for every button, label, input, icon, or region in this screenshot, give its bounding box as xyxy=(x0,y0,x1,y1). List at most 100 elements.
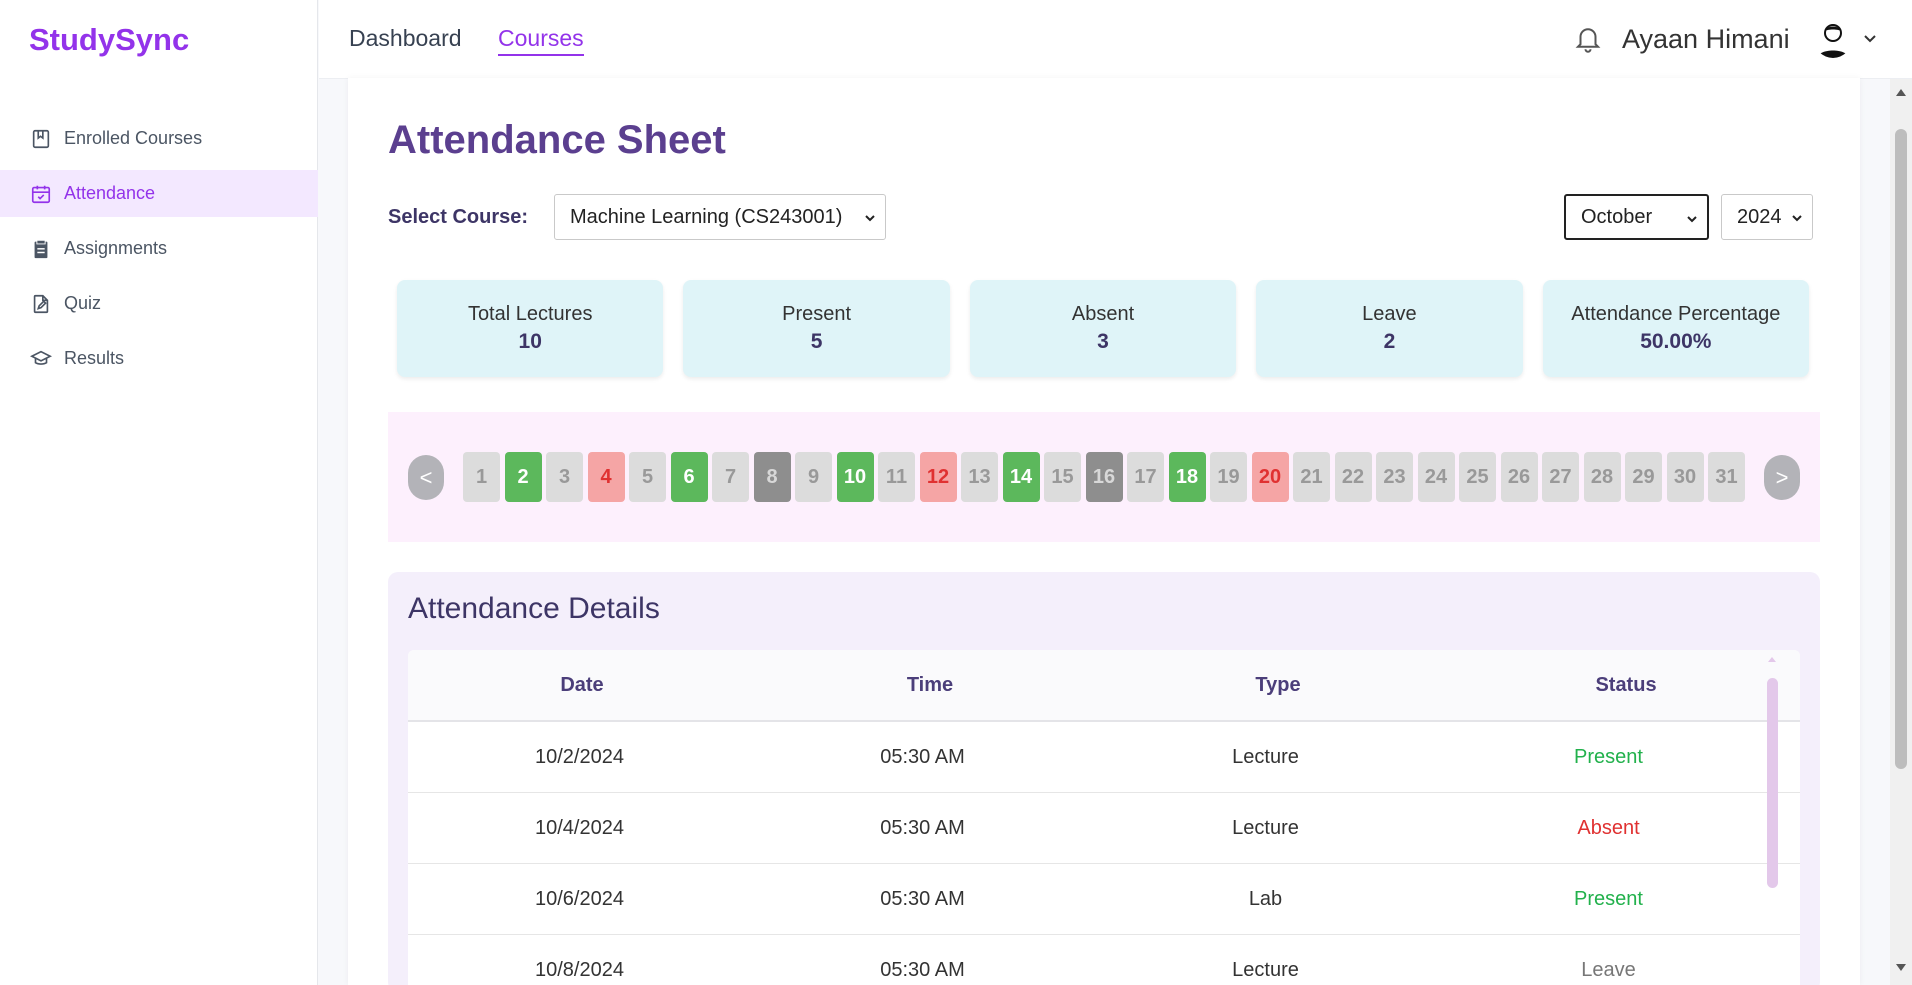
page-title: Attendance Sheet xyxy=(388,118,726,162)
sidebar-item-attendance[interactable]: Attendance xyxy=(0,170,318,217)
sidebar-item-label: Enrolled Courses xyxy=(64,128,203,148)
chevron-down-icon xyxy=(865,215,875,222)
scroll-down-icon[interactable] xyxy=(1895,963,1907,973)
calendar-day-29[interactable]: 29 xyxy=(1625,452,1662,502)
stat-label: Attendance Percentage xyxy=(1571,303,1781,325)
file-edit-icon xyxy=(30,293,52,315)
page-scrollbar-thumb[interactable] xyxy=(1895,129,1907,769)
cell-type: Lecture xyxy=(1232,745,1299,768)
nav-link-courses[interactable]: Courses xyxy=(498,25,584,56)
calendar-day-11[interactable]: 11 xyxy=(878,452,915,502)
clipboard-icon xyxy=(30,238,52,260)
stat-label: Total Lectures xyxy=(467,303,593,325)
sidebar-item-label: Results xyxy=(64,348,125,368)
calendar-day-8[interactable]: 8 xyxy=(753,452,791,502)
chevron-down-icon[interactable] xyxy=(1862,30,1878,46)
calendar-day-23[interactable]: 23 xyxy=(1376,452,1413,502)
calendar-day-3[interactable]: 3 xyxy=(546,452,583,502)
course-select[interactable]: Machine Learning (CS243001) xyxy=(554,194,886,240)
month-select-value: October xyxy=(1581,205,1653,228)
table-scrollbar-thumb[interactable] xyxy=(1767,678,1778,888)
stat-absent: Absent 3 xyxy=(969,280,1237,377)
cell-type: Lecture xyxy=(1232,816,1299,839)
scroll-up-icon[interactable] xyxy=(1767,654,1777,664)
cell-time: 05:30 AM xyxy=(880,816,965,839)
cell-time: 05:30 AM xyxy=(880,745,965,768)
calendar-day-5[interactable]: 5 xyxy=(629,452,666,502)
column-header-time: Time xyxy=(906,673,954,696)
stat-leave: Leave 2 xyxy=(1256,280,1523,377)
attendance-table: Date Time Type Status 10/2/2024 05:30 AM… xyxy=(408,650,1800,985)
calendar-day-30[interactable]: 30 xyxy=(1666,452,1704,502)
calendar-day-15[interactable]: 15 xyxy=(1044,452,1081,502)
table-scrollbar[interactable] xyxy=(1764,650,1780,914)
next-button[interactable]: > xyxy=(1764,455,1800,500)
cell-type: Lecture xyxy=(1232,958,1299,981)
column-header-date: Date xyxy=(560,673,604,696)
calendar-day-13[interactable]: 13 xyxy=(961,452,998,502)
avatar[interactable] xyxy=(1814,20,1852,58)
calendar-day-28[interactable]: 28 xyxy=(1583,452,1621,502)
sidebar-item-label: Attendance xyxy=(64,183,156,203)
attendance-details: Attendance Details Date Time Type Status… xyxy=(388,572,1820,985)
calendar-day-4[interactable]: 4 xyxy=(587,452,625,502)
prev-button[interactable]: < xyxy=(408,455,444,500)
calendar-day-25[interactable]: 25 xyxy=(1459,452,1496,502)
cell-status: Present xyxy=(1574,887,1643,910)
cell-date: 10/2/2024 xyxy=(535,745,624,768)
month-select[interactable]: October xyxy=(1564,194,1709,240)
cell-date: 10/8/2024 xyxy=(535,958,624,981)
calendar-day-26[interactable]: 26 xyxy=(1500,452,1538,502)
calendar-day-18[interactable]: 18 xyxy=(1168,452,1206,502)
calendar-day-17[interactable]: 17 xyxy=(1127,452,1164,502)
top-header: Dashboard Courses Ayaan Himani xyxy=(319,0,1912,79)
sidebar-item-results[interactable]: Results xyxy=(0,335,318,382)
calendar-day-12[interactable]: 12 xyxy=(919,452,957,502)
app-logo[interactable]: StudySync xyxy=(29,22,189,58)
details-title: Attendance Details xyxy=(408,592,660,625)
calendar-day-21[interactable]: 21 xyxy=(1293,452,1330,502)
page-scrollbar[interactable] xyxy=(1890,79,1912,985)
cell-date: 10/6/2024 xyxy=(535,887,624,910)
chevron-down-icon xyxy=(1792,215,1802,222)
calendar-day-14[interactable]: 14 xyxy=(1002,452,1040,502)
calendar-day-6[interactable]: 6 xyxy=(670,452,708,502)
sidebar-item-quiz[interactable]: Quiz xyxy=(0,280,318,327)
calendar-day-20[interactable]: 20 xyxy=(1251,452,1289,502)
cell-status: Present xyxy=(1574,745,1643,768)
stat-value: 10 xyxy=(518,330,542,353)
calendar-day-1[interactable]: 1 xyxy=(463,452,500,502)
stat-value: 2 xyxy=(1383,330,1396,353)
calendar-day-22[interactable]: 22 xyxy=(1334,452,1372,502)
stat-value: 5 xyxy=(810,330,823,353)
nav-link-dashboard[interactable]: Dashboard xyxy=(349,25,462,52)
table-row: 10/4/2024 05:30 AM Lecture Absent xyxy=(408,793,1800,864)
stat-value: 3 xyxy=(1097,330,1109,353)
sidebar: StudySync Enrolled Courses Attendance As… xyxy=(0,0,318,985)
calendar-day-9[interactable]: 9 xyxy=(795,452,832,502)
stat-present: Present 5 xyxy=(683,280,950,377)
cell-status: Absent xyxy=(1577,816,1640,839)
calendar-day-19[interactable]: 19 xyxy=(1210,452,1247,502)
graduation-cap-icon xyxy=(30,348,52,370)
sidebar-item-assignments[interactable]: Assignments xyxy=(0,225,318,272)
calendar-day-16[interactable]: 16 xyxy=(1085,452,1123,502)
bell-icon[interactable] xyxy=(1573,22,1603,54)
stat-label: Present xyxy=(782,303,852,325)
scroll-up-icon[interactable] xyxy=(1895,87,1907,97)
calendar-day-24[interactable]: 24 xyxy=(1417,452,1455,502)
stats-row: Total Lectures 10 Present 5 Absent 3 Lea… xyxy=(397,280,1810,377)
calendar-day-31[interactable]: 31 xyxy=(1708,452,1745,502)
calendar-day-2[interactable]: 2 xyxy=(504,452,542,502)
user-name[interactable]: Ayaan Himani xyxy=(1622,24,1790,55)
year-select[interactable]: 2024 xyxy=(1721,194,1813,240)
attendance-card: Attendance Sheet Select Course: Machine … xyxy=(348,78,1860,985)
calendar-day-7[interactable]: 7 xyxy=(712,452,749,502)
cell-date: 10/4/2024 xyxy=(535,816,624,839)
bookmark-book-icon xyxy=(30,128,52,150)
column-header-type: Type xyxy=(1255,673,1301,696)
sidebar-item-enrolled-courses[interactable]: Enrolled Courses xyxy=(0,115,318,162)
calendar-day-27[interactable]: 27 xyxy=(1542,452,1579,502)
calendar-day-10[interactable]: 10 xyxy=(836,452,874,502)
stat-label: Leave xyxy=(1362,303,1417,325)
